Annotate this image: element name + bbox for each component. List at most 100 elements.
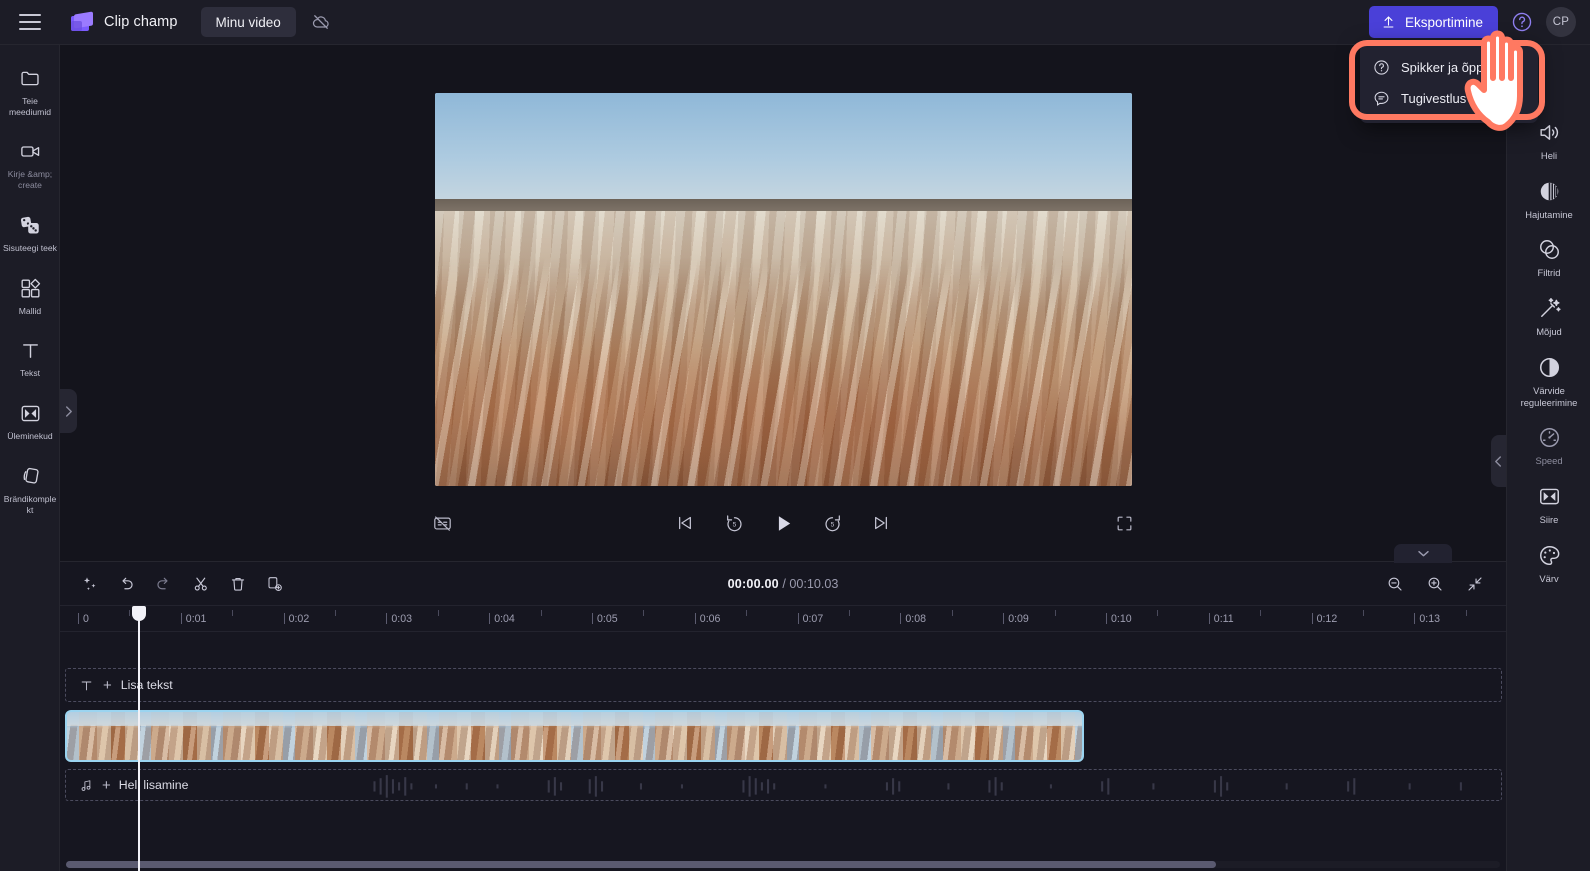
add-audio-track[interactable]: + Heli lisamine — [65, 769, 1502, 801]
music-note-icon — [79, 778, 94, 793]
right-sidebar-item-speed[interactable]: Speed — [1507, 416, 1590, 475]
player-controls: 5 5 — [60, 503, 1506, 543]
right-sidebar-item-filters[interactable]: Filtrid — [1507, 228, 1590, 287]
left-panel-collapse-toggle[interactable] — [60, 389, 77, 433]
ruler-tick-mark — [1465, 610, 1467, 616]
captions-off-icon — [428, 509, 456, 537]
ruler-tick-mark — [78, 613, 79, 624]
right-sidebar-item-effects[interactable]: Mõjud — [1507, 287, 1590, 346]
scrollbar-thumb[interactable] — [66, 861, 1216, 868]
ruler-tick-label: 0:04 — [494, 613, 515, 625]
ruler-tick-mark — [540, 610, 542, 616]
avatar[interactable]: CP — [1546, 7, 1576, 37]
zoom-in-icon[interactable] — [1421, 570, 1448, 597]
duplicate-icon[interactable] — [261, 570, 288, 597]
right-sidebar-item-transition[interactable]: Siire — [1507, 475, 1590, 534]
ruler-tick-label: 0:11 — [1213, 613, 1234, 625]
help-menu-item-learn[interactable]: Spikker ja õppimine — [1360, 52, 1538, 83]
palette-icon — [1537, 543, 1562, 568]
ruler-tick-label: 0:05 — [597, 613, 618, 625]
right-sidebar-item-label: Siire — [1539, 514, 1559, 525]
ruler-tick-label: 0:07 — [802, 613, 824, 625]
ruler-tick-label: 0:10 — [1111, 613, 1132, 625]
right-sidebar-item-label: Filtrid — [1537, 267, 1561, 279]
chevron-down-icon — [1417, 549, 1430, 558]
fullscreen-icon — [1110, 509, 1138, 537]
export-button[interactable]: Eksportimine — [1368, 6, 1498, 38]
right-panel-collapse-toggle[interactable] — [1491, 435, 1506, 487]
sidebar-item-transitions[interactable]: Üleminekud — [0, 392, 60, 451]
transitions-icon — [1537, 484, 1562, 509]
right-sidebar-item-label: Värvide reguleerimine — [1520, 384, 1578, 408]
sidebar-item-your-media[interactable]: Teie meediumid — [0, 57, 60, 126]
sidebar-item-templates[interactable]: Mallid — [0, 267, 60, 326]
filters-icon — [1537, 237, 1562, 262]
sidebar-item-record-create[interactable]: Kirje &amp; create — [0, 130, 60, 199]
playhead-handle[interactable] — [132, 606, 146, 621]
forward-5-icon[interactable]: 5 — [818, 509, 846, 537]
cloud-offline-icon[interactable] — [306, 7, 336, 37]
svg-text:5: 5 — [830, 521, 834, 528]
left-sidebar: Teie meediumid Kirje &amp; create Sisute… — [0, 45, 60, 871]
help-menu-item-label: Spikker ja õppimine — [1401, 60, 1515, 75]
right-sidebar-item-color[interactable]: Värv — [1507, 534, 1590, 593]
hamburger-icon[interactable] — [19, 14, 41, 30]
total-time: 00:10.03 — [789, 576, 839, 591]
fit-to-screen-icon[interactable] — [1461, 570, 1488, 597]
add-text-track[interactable]: + Lisa tekst — [65, 668, 1502, 702]
right-sidebar-item-label: Värv — [1539, 572, 1559, 584]
zoom-out-icon[interactable] — [1381, 570, 1408, 597]
content-library-icon — [19, 214, 42, 237]
avatar-initials: CP — [1552, 16, 1570, 28]
folder-icon — [19, 67, 42, 90]
ruler-tick-mark — [1414, 613, 1416, 624]
video-clip[interactable] — [65, 710, 1084, 762]
magic-wand-icon[interactable] — [76, 570, 103, 597]
ruler-tick-mark — [283, 613, 285, 624]
timeline-collapse-toggle[interactable] — [1394, 544, 1452, 563]
right-sidebar-item-label: Heli — [1540, 149, 1558, 161]
right-sidebar-item-fade[interactable]: Hajutamine — [1507, 170, 1590, 229]
timeline-panel: 00:00.00 / 00:10.03 0 0:01 0:02 0:03 0:0… — [60, 544, 1506, 871]
timeline-zoom-controls — [1381, 570, 1506, 597]
redo-icon[interactable] — [150, 570, 177, 597]
chat-bubble-icon — [1373, 90, 1390, 107]
ruler-tick-mark — [232, 610, 234, 616]
undo-icon[interactable] — [113, 570, 140, 597]
sidebar-item-text[interactable]: Tekst — [0, 329, 60, 388]
video-camera-icon — [19, 140, 42, 163]
rewind-5-icon[interactable]: 5 — [720, 509, 748, 537]
fullscreen-toggle[interactable] — [1110, 509, 1138, 537]
sidebar-item-content-library[interactable]: Sisuteegi teek — [0, 204, 60, 263]
svg-text:5: 5 — [732, 521, 736, 528]
fade-icon — [1537, 179, 1562, 204]
speedometer-icon — [1537, 425, 1562, 450]
split-scissors-icon[interactable] — [187, 570, 214, 597]
timeline-ruler[interactable]: 0 0:01 0:02 0:03 0:04 0:05 0:06 0:07 0:08 0:09 0:1… — [60, 606, 1506, 632]
color-adjust-icon — [1537, 355, 1562, 380]
ruler-tick-label: 0:09 — [1008, 613, 1029, 625]
brand-kit-icon — [19, 465, 42, 488]
top-bar: Clip champ Minu video Eksportimine CP — [0, 0, 1590, 45]
chevron-left-icon — [1494, 455, 1503, 468]
skip-next-icon[interactable] — [867, 509, 895, 537]
text-icon — [79, 678, 94, 693]
timeline-tracks: + Lisa tekst + Heli lisamine — [60, 633, 1506, 859]
help-button[interactable] — [1509, 9, 1535, 35]
captions-toggle[interactable] — [428, 509, 456, 537]
ruler-tick-label: 0:03 — [391, 613, 413, 625]
help-menu-item-support-chat[interactable]: Tugivestlus — [1360, 83, 1538, 114]
ruler-tick-mark — [849, 610, 850, 616]
sidebar-item-brand-kit[interactable]: Brändikomplekt — [0, 455, 60, 524]
delete-trash-icon[interactable] — [224, 570, 251, 597]
project-name-label: Minu video — [215, 14, 281, 30]
brand-logo-group[interactable]: Clip champ — [69, 11, 178, 33]
play-button[interactable] — [769, 509, 797, 537]
timeline-horizontal-scrollbar[interactable] — [66, 861, 1500, 868]
speaker-icon — [1537, 120, 1562, 145]
skip-previous-icon[interactable] — [671, 509, 699, 537]
ruler-tick-label: 0:08 — [905, 613, 927, 625]
video-preview[interactable] — [434, 93, 1132, 486]
project-name-chip[interactable]: Minu video — [200, 7, 296, 37]
right-sidebar-item-color-adjust[interactable]: Värvide reguleerimine — [1507, 346, 1590, 417]
